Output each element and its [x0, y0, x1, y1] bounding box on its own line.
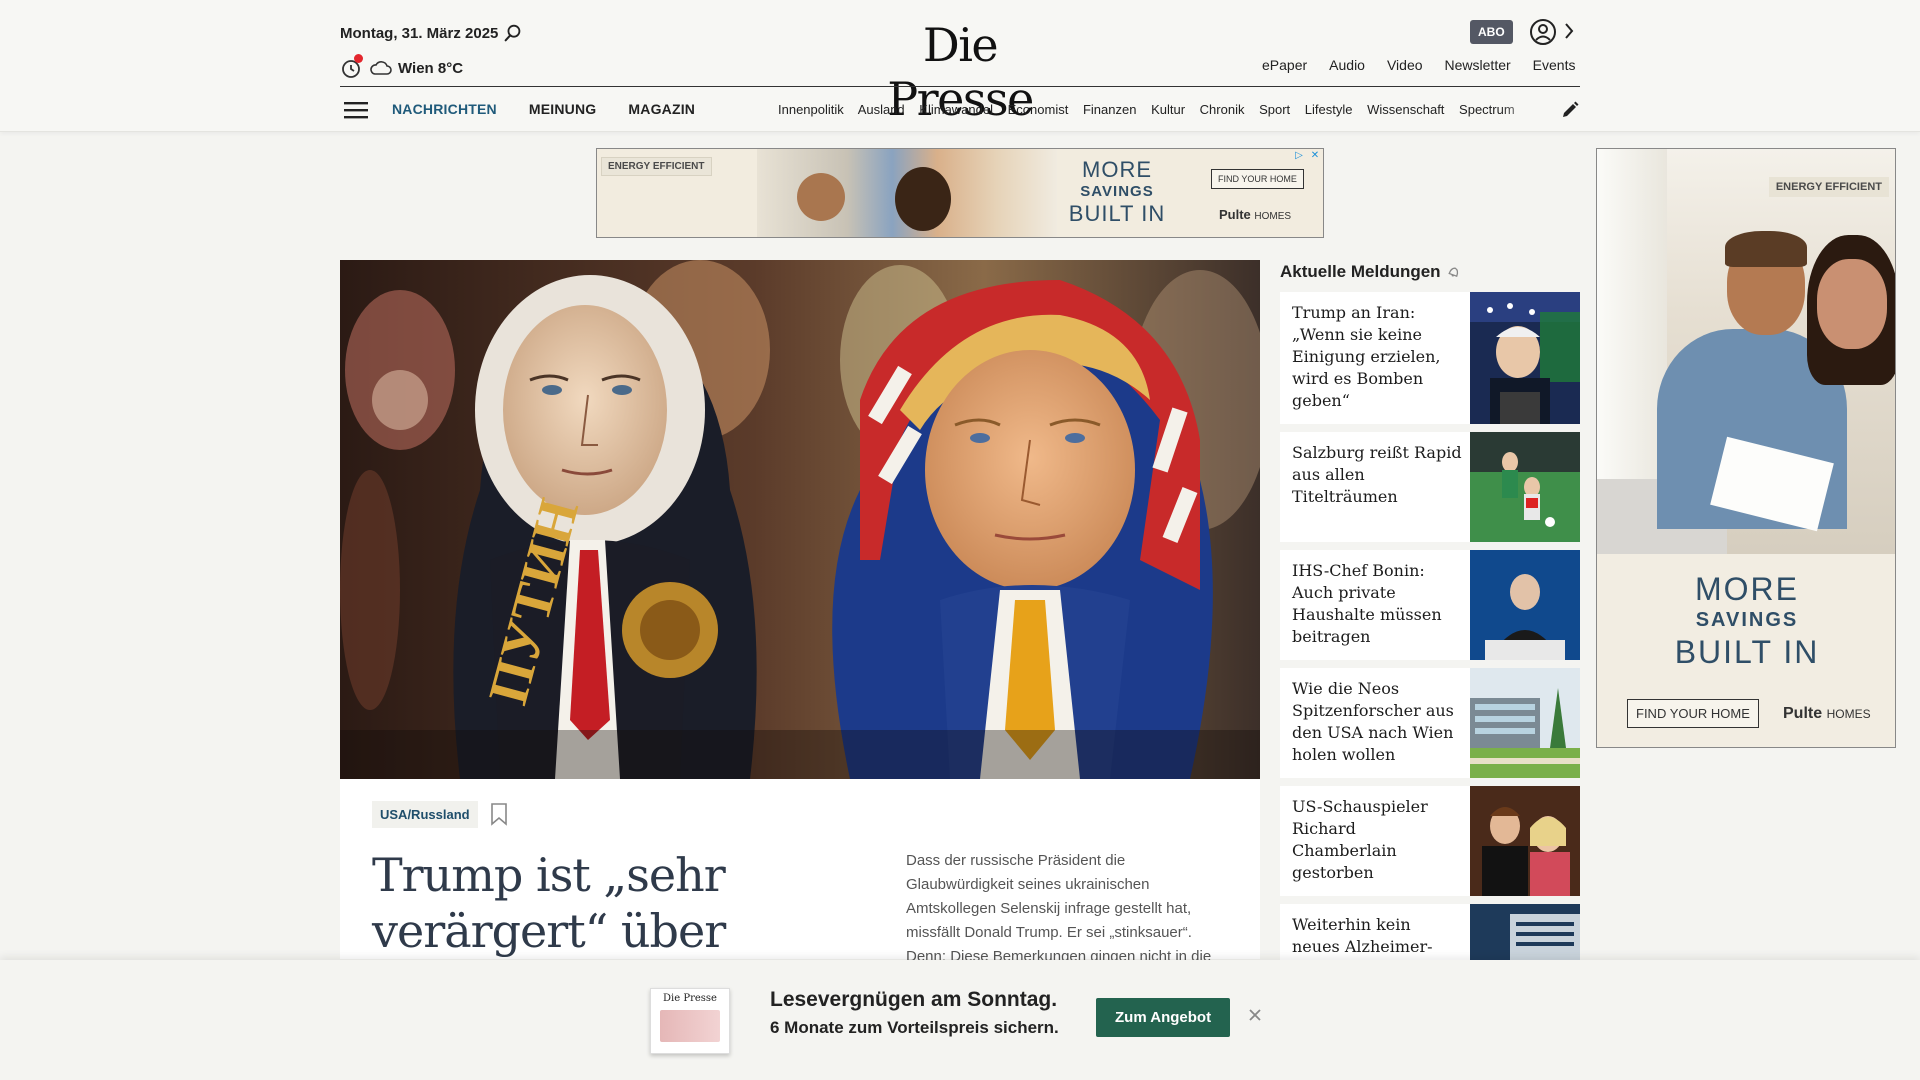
ad-brand-logo: Pulte HOMES	[1219, 207, 1292, 222]
ad-cta-button[interactable]: FIND YOUR HOME	[1627, 699, 1759, 728]
promo-title: Lesevergnügen am Sonntag.	[770, 988, 1058, 1011]
bell-icon[interactable]	[1447, 265, 1461, 279]
promo-subtitle: 6 Monate zum Vorteilspreis sichern.	[770, 1018, 1059, 1037]
ad-brand-logo: Pulte HOMES	[1783, 705, 1871, 722]
ad-headline-3: BUILT IN	[1068, 201, 1166, 226]
weather-text: Wien 8°C	[398, 59, 464, 77]
subnav-klimawandel[interactable]: Klimawandel	[919, 102, 993, 117]
subnav-wissenschaft[interactable]: Wissenschaft	[1367, 102, 1444, 117]
cloud-icon	[370, 61, 392, 75]
sub-nav: Innenpolitik Ausland Klimawandel Economi…	[778, 102, 1542, 117]
subnav-sport[interactable]: Sport	[1259, 102, 1290, 117]
news-item-title[interactable]: Trump an Iran: „Wenn sie keine Einigung …	[1292, 302, 1462, 412]
matryoshka-dolls-image: ПУТИН	[340, 260, 1260, 779]
promo-offer-button[interactable]: Zum Angebot	[1096, 998, 1231, 1037]
ad-person-woman	[895, 167, 951, 231]
news-item[interactable]: Wie die Neos Spitzenforscher aus den USA…	[1280, 668, 1580, 778]
current-date: Montag, 31. März 2025	[340, 25, 499, 42]
chevron-right-icon[interactable]	[1562, 20, 1576, 42]
ad-headline-1: MORE	[1082, 157, 1152, 182]
ad-headline-3: BUILT IN	[1674, 634, 1820, 670]
nav-nachrichten[interactable]: NACHRICHTEN	[392, 101, 497, 117]
lead-article-card[interactable]: USA/Russland Trump ist „sehr verärgert“ …	[340, 779, 1260, 965]
news-item-title[interactable]: Wie die Neos Spitzenforscher aus den USA…	[1292, 678, 1462, 766]
search-icon[interactable]	[502, 22, 524, 44]
ad-headline-2: SAVINGS	[1080, 183, 1154, 200]
news-item-title[interactable]: IHS-Chef Bonin: Auch private Haushalte m…	[1292, 560, 1462, 648]
adchoices[interactable]: ▷ ✕	[1293, 150, 1321, 162]
article-headline[interactable]: Trump ist „sehr verärgert“ über	[372, 847, 792, 959]
news-item-title[interactable]: US-Schauspieler Richard Chamberlain gest…	[1292, 796, 1462, 884]
news-thumbnail	[1470, 292, 1580, 424]
news-thumbnail	[1470, 432, 1580, 542]
newspaper-thumbnail-logo: Die Presse	[663, 993, 717, 1004]
nav-meinung[interactable]: MEINUNG	[529, 101, 597, 117]
ad-person-woman	[1817, 259, 1887, 349]
link-video[interactable]: Video	[1387, 57, 1423, 73]
link-events[interactable]: Events	[1533, 57, 1576, 73]
hamburger-menu-icon[interactable]	[344, 100, 368, 120]
main-nav: NACHRICHTEN MEINUNG MAGAZIN	[392, 101, 695, 117]
newspaper-thumbnail-image	[660, 1010, 720, 1042]
news-item[interactable]: Trump an Iran: „Wenn sie keine Einigung …	[1280, 292, 1580, 424]
pencil-icon[interactable]	[1560, 100, 1580, 120]
news-item[interactable]: IHS-Chef Bonin: Auch private Haushalte m…	[1280, 550, 1580, 660]
news-thumbnail	[1470, 904, 1580, 960]
ad-headline-1: MORE	[1695, 571, 1799, 607]
weather-widget[interactable]: Wien 8°C	[340, 54, 464, 80]
subscription-promo-banner: Die Presse Lesevergnügen am Sonntag. 6 M…	[0, 960, 1920, 1080]
bookmark-icon[interactable]	[490, 802, 508, 826]
user-account-icon[interactable]	[1528, 17, 1558, 47]
newspaper-thumbnail: Die Presse	[650, 988, 730, 1054]
abo-button[interactable]: ABO	[1470, 20, 1513, 44]
subnav-lifestyle[interactable]: Lifestyle	[1305, 102, 1353, 117]
link-newsletter[interactable]: Newsletter	[1445, 57, 1511, 73]
news-item-title[interactable]: Salzburg reißt Rapid aus allen Titelträu…	[1292, 442, 1462, 508]
subnav-economist[interactable]: Economist	[1008, 102, 1069, 117]
ad-close-icon[interactable]: ✕	[1309, 150, 1321, 162]
subnav-finanzen[interactable]: Finanzen	[1083, 102, 1136, 117]
nav-magazin[interactable]: MAGAZIN	[628, 101, 695, 117]
news-item[interactable]: Weiterhin kein neues Alzheimer-	[1280, 904, 1580, 960]
notification-dot	[354, 54, 363, 63]
subnav-fade	[1500, 98, 1544, 122]
top-links: ePaper Audio Video Newsletter Events	[1262, 57, 1575, 73]
link-epaper[interactable]: ePaper	[1262, 57, 1307, 73]
ad-person-man-hair	[1725, 231, 1807, 267]
close-icon[interactable]	[1245, 1005, 1265, 1025]
adchoices-icon[interactable]: ▷	[1293, 150, 1305, 162]
news-item-title[interactable]: Weiterhin kein neues Alzheimer-	[1292, 914, 1462, 958]
news-thumbnail	[1470, 786, 1580, 896]
ad-badge: ENERGY EFFICIENT	[601, 157, 712, 176]
ad-cta-button[interactable]: FIND YOUR HOME	[1211, 169, 1304, 189]
news-thumbnail	[1470, 550, 1580, 660]
header-divider	[340, 86, 1580, 87]
subnav-chronik[interactable]: Chronik	[1200, 102, 1245, 117]
clock-alert-icon[interactable]	[340, 54, 364, 80]
ad-badge: ENERGY EFFICIENT	[1768, 177, 1889, 197]
site-header: Montag, 31. März 2025 Wien 8°C Die Press…	[0, 0, 1920, 132]
skyscraper-ad[interactable]: ENERGY EFFICIENT MORE SAVINGS BUILT IN F…	[1596, 148, 1896, 748]
news-thumbnail	[1470, 668, 1580, 778]
subnav-kultur[interactable]: Kultur	[1151, 102, 1185, 117]
ad-headline-2: SAVINGS	[1695, 609, 1799, 631]
subnav-ausland[interactable]: Ausland	[858, 102, 905, 117]
news-item[interactable]: Salzburg reißt Rapid aus allen Titelträu…	[1280, 432, 1580, 542]
lead-article-image[interactable]: ПУТИН	[340, 260, 1260, 779]
aktuelle-meldungen-heading: Aktuelle Meldungen	[1280, 262, 1461, 282]
ad-person-man	[797, 173, 845, 221]
article-lede: Dass der russische Präsident die Glaubwü…	[906, 852, 1212, 965]
leaderboard-ad[interactable]: ENERGY EFFICIENT MORE SAVINGS BUILT IN F…	[596, 148, 1324, 238]
aktuelle-meldungen-title: Aktuelle Meldungen	[1280, 262, 1441, 281]
subnav-innenpolitik[interactable]: Innenpolitik	[778, 102, 844, 117]
article-tag[interactable]: USA/Russland	[372, 801, 478, 828]
link-audio[interactable]: Audio	[1329, 57, 1365, 73]
news-item[interactable]: US-Schauspieler Richard Chamberlain gest…	[1280, 786, 1580, 896]
